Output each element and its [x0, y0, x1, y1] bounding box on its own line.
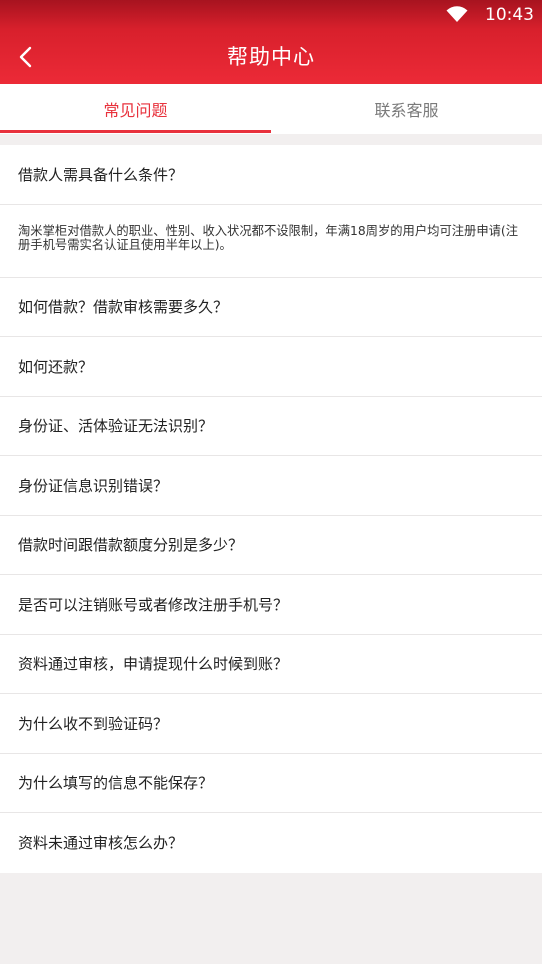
page-title: 帮助中心 — [227, 45, 315, 69]
faq-question-text: 身份证、活体验证无法识别？ — [18, 417, 214, 436]
faq-question[interactable]: 如何借款？借款审核需要多久？ — [0, 278, 542, 337]
title-bar: 帮助中心 — [0, 30, 542, 84]
tab-bar: 常见问题 联系客服 — [0, 84, 542, 134]
faq-question[interactable]: 为什么收不到验证码？ — [0, 694, 542, 754]
faq-question-text: 如何借款？借款审核需要多久？ — [18, 298, 229, 317]
faq-question-text: 借款人需具备什么条件？ — [18, 165, 184, 184]
faq-question-text: 是否可以注销账号或者修改注册手机号？ — [18, 595, 289, 614]
faq-question[interactable]: 借款时间跟借款额度分别是多少？ — [0, 516, 542, 575]
tab-faq[interactable]: 常见问题 — [0, 84, 271, 134]
faq-question[interactable]: 资料未通过审核怎么办？ — [0, 813, 542, 873]
faq-question[interactable]: 为什么填写的信息不能保存？ — [0, 754, 542, 813]
faq-question-text: 如何还款？ — [18, 357, 94, 376]
faq-question-text: 资料通过审核，申请提现什么时候到账？ — [18, 655, 289, 674]
tab-active-indicator — [0, 130, 271, 133]
faq-question[interactable]: 是否可以注销账号或者修改注册手机号？ — [0, 575, 542, 635]
tab-contact-service-label: 联系客服 — [374, 101, 439, 120]
faq-question-expanded[interactable]: 借款人需具备什么条件？ — [0, 145, 542, 205]
faq-question-text: 资料未通过审核怎么办？ — [18, 834, 184, 853]
status-bar: 10:43 — [0, 0, 542, 30]
wifi-icon — [446, 6, 468, 22]
faq-question[interactable]: 资料通过审核，申请提现什么时候到账？ — [0, 635, 542, 694]
faq-question-text: 为什么收不到验证码？ — [18, 714, 169, 733]
header: 10:43 帮助中心 — [0, 0, 542, 84]
faq-question[interactable]: 身份证、活体验证无法识别？ — [0, 397, 542, 456]
faq-question[interactable]: 如何还款？ — [0, 337, 542, 397]
faq-list: 借款人需具备什么条件？ 淘米掌柜对借款人的职业、性别、收入状况都不设限制，年满1… — [0, 145, 542, 873]
faq-answer: 淘米掌柜对借款人的职业、性别、收入状况都不设限制，年满18周岁的用户均可注册申请… — [0, 205, 542, 278]
tab-faq-label: 常见问题 — [103, 101, 168, 120]
help-center-screen: 10:43 帮助中心 常见问题 联系客服 借款人需具备什么条件？ 淘米掌柜对借款… — [0, 0, 542, 964]
faq-question[interactable]: 身份证信息识别错误？ — [0, 456, 542, 516]
faq-question-text: 身份证信息识别错误？ — [18, 476, 169, 495]
faq-question-text: 借款时间跟借款额度分别是多少？ — [18, 536, 244, 555]
tab-contact-service[interactable]: 联系客服 — [271, 84, 542, 134]
faq-question-text: 为什么填写的信息不能保存？ — [18, 774, 214, 793]
status-time: 10:43 — [485, 5, 534, 25]
